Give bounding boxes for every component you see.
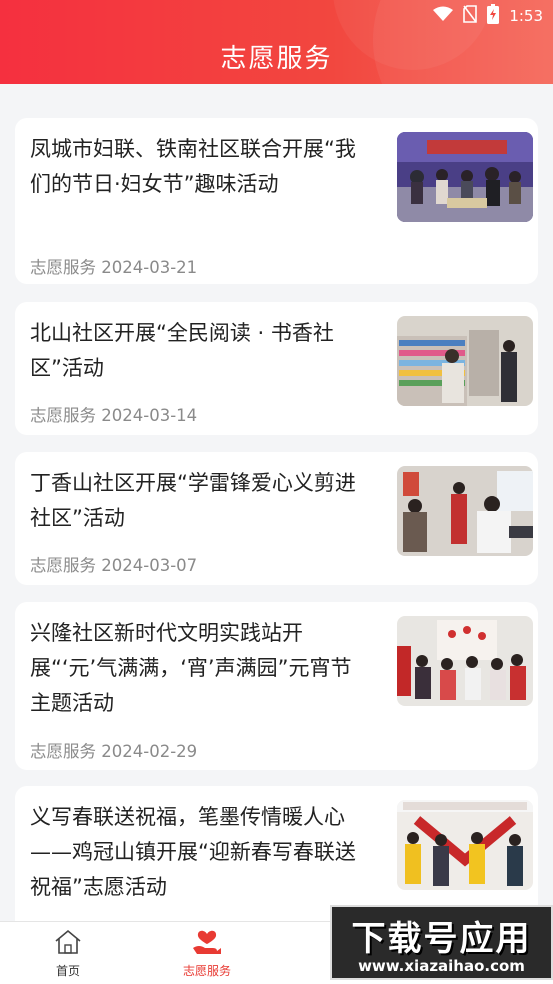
article-title: 义写春联送祝福，笔墨传情暖人心 ——鸡冠山镇开展“迎新春写春联送祝福”志愿活动 [30, 805, 356, 899]
article-date: 2024-03-21 [101, 258, 198, 277]
battery-charging-icon [487, 4, 500, 28]
article-thumbnail [397, 616, 533, 706]
article-title: 凤城市妇联、铁南社区联合开展“我们的节日·妇女节”趣味活动 [30, 137, 356, 196]
article-title: 丁香山社区开展“学雷锋爱心义剪进社区”活动 [30, 471, 356, 530]
article-title: 北山社区开展“全民阅读 · 书香社区”活动 [30, 321, 334, 380]
heart-hand-icon [191, 930, 223, 960]
nav-volunteer-label: 志愿服务 [182, 964, 231, 978]
nav-volunteer[interactable]: 志愿服务 [157, 928, 257, 979]
watermark-main: 下载号应用 [351, 919, 532, 959]
watermark-logo: 下载号应用 www.xiazaihao.com [330, 905, 553, 980]
status-bar: 1:53 [433, 4, 543, 28]
home-icon [53, 929, 83, 960]
article-category: 志愿服务 [30, 406, 96, 425]
nav-home[interactable]: 首页 [18, 928, 118, 979]
article-meta: 志愿服务 2024-02-29 [30, 738, 197, 762]
article-title: 兴隆社区新时代文明实践站开展“‘元’气满满，‘宵’声满园”元宵节主题活动 [30, 621, 352, 715]
article-card[interactable]: 凤城市妇联、铁南社区联合开展“我们的节日·妇女节”趣味活动 志愿服务 2024-… [15, 118, 538, 284]
no-sim-icon [463, 5, 478, 27]
article-date: 2024-03-14 [101, 406, 198, 425]
article-meta: 志愿服务 2024-03-07 [30, 552, 197, 576]
article-thumbnail [397, 132, 533, 222]
article-card[interactable]: 丁香山社区开展“学雷锋爱心义剪进社区”活动 志愿服务 2024-03-07 [15, 452, 538, 585]
article-thumbnail [397, 800, 533, 890]
page-title: 志愿服务 [220, 44, 333, 74]
watermark-sub: www.xiazaihao.com [358, 957, 525, 975]
article-date: 2024-02-29 [101, 742, 198, 761]
article-category: 志愿服务 [30, 742, 96, 761]
article-date: 2024-03-07 [101, 556, 198, 575]
article-card[interactable]: 兴隆社区新时代文明实践站开展“‘元’气满满，‘宵’声满园”元宵节主题活动 志愿服… [15, 602, 538, 770]
article-category: 志愿服务 [30, 258, 96, 277]
status-time: 1:53 [509, 7, 543, 25]
wifi-icon [433, 6, 454, 26]
article-thumbnail [397, 316, 533, 406]
article-meta: 志愿服务 2024-03-21 [30, 254, 197, 278]
article-card[interactable]: 北山社区开展“全民阅读 · 书香社区”活动 志愿服务 2024-03-14 [15, 302, 538, 435]
article-thumbnail [397, 466, 533, 556]
article-meta: 志愿服务 2024-03-14 [30, 402, 197, 426]
nav-home-label: 首页 [55, 964, 80, 978]
article-category: 志愿服务 [30, 556, 96, 575]
app-header: 1:53 志愿服务 [0, 0, 553, 84]
